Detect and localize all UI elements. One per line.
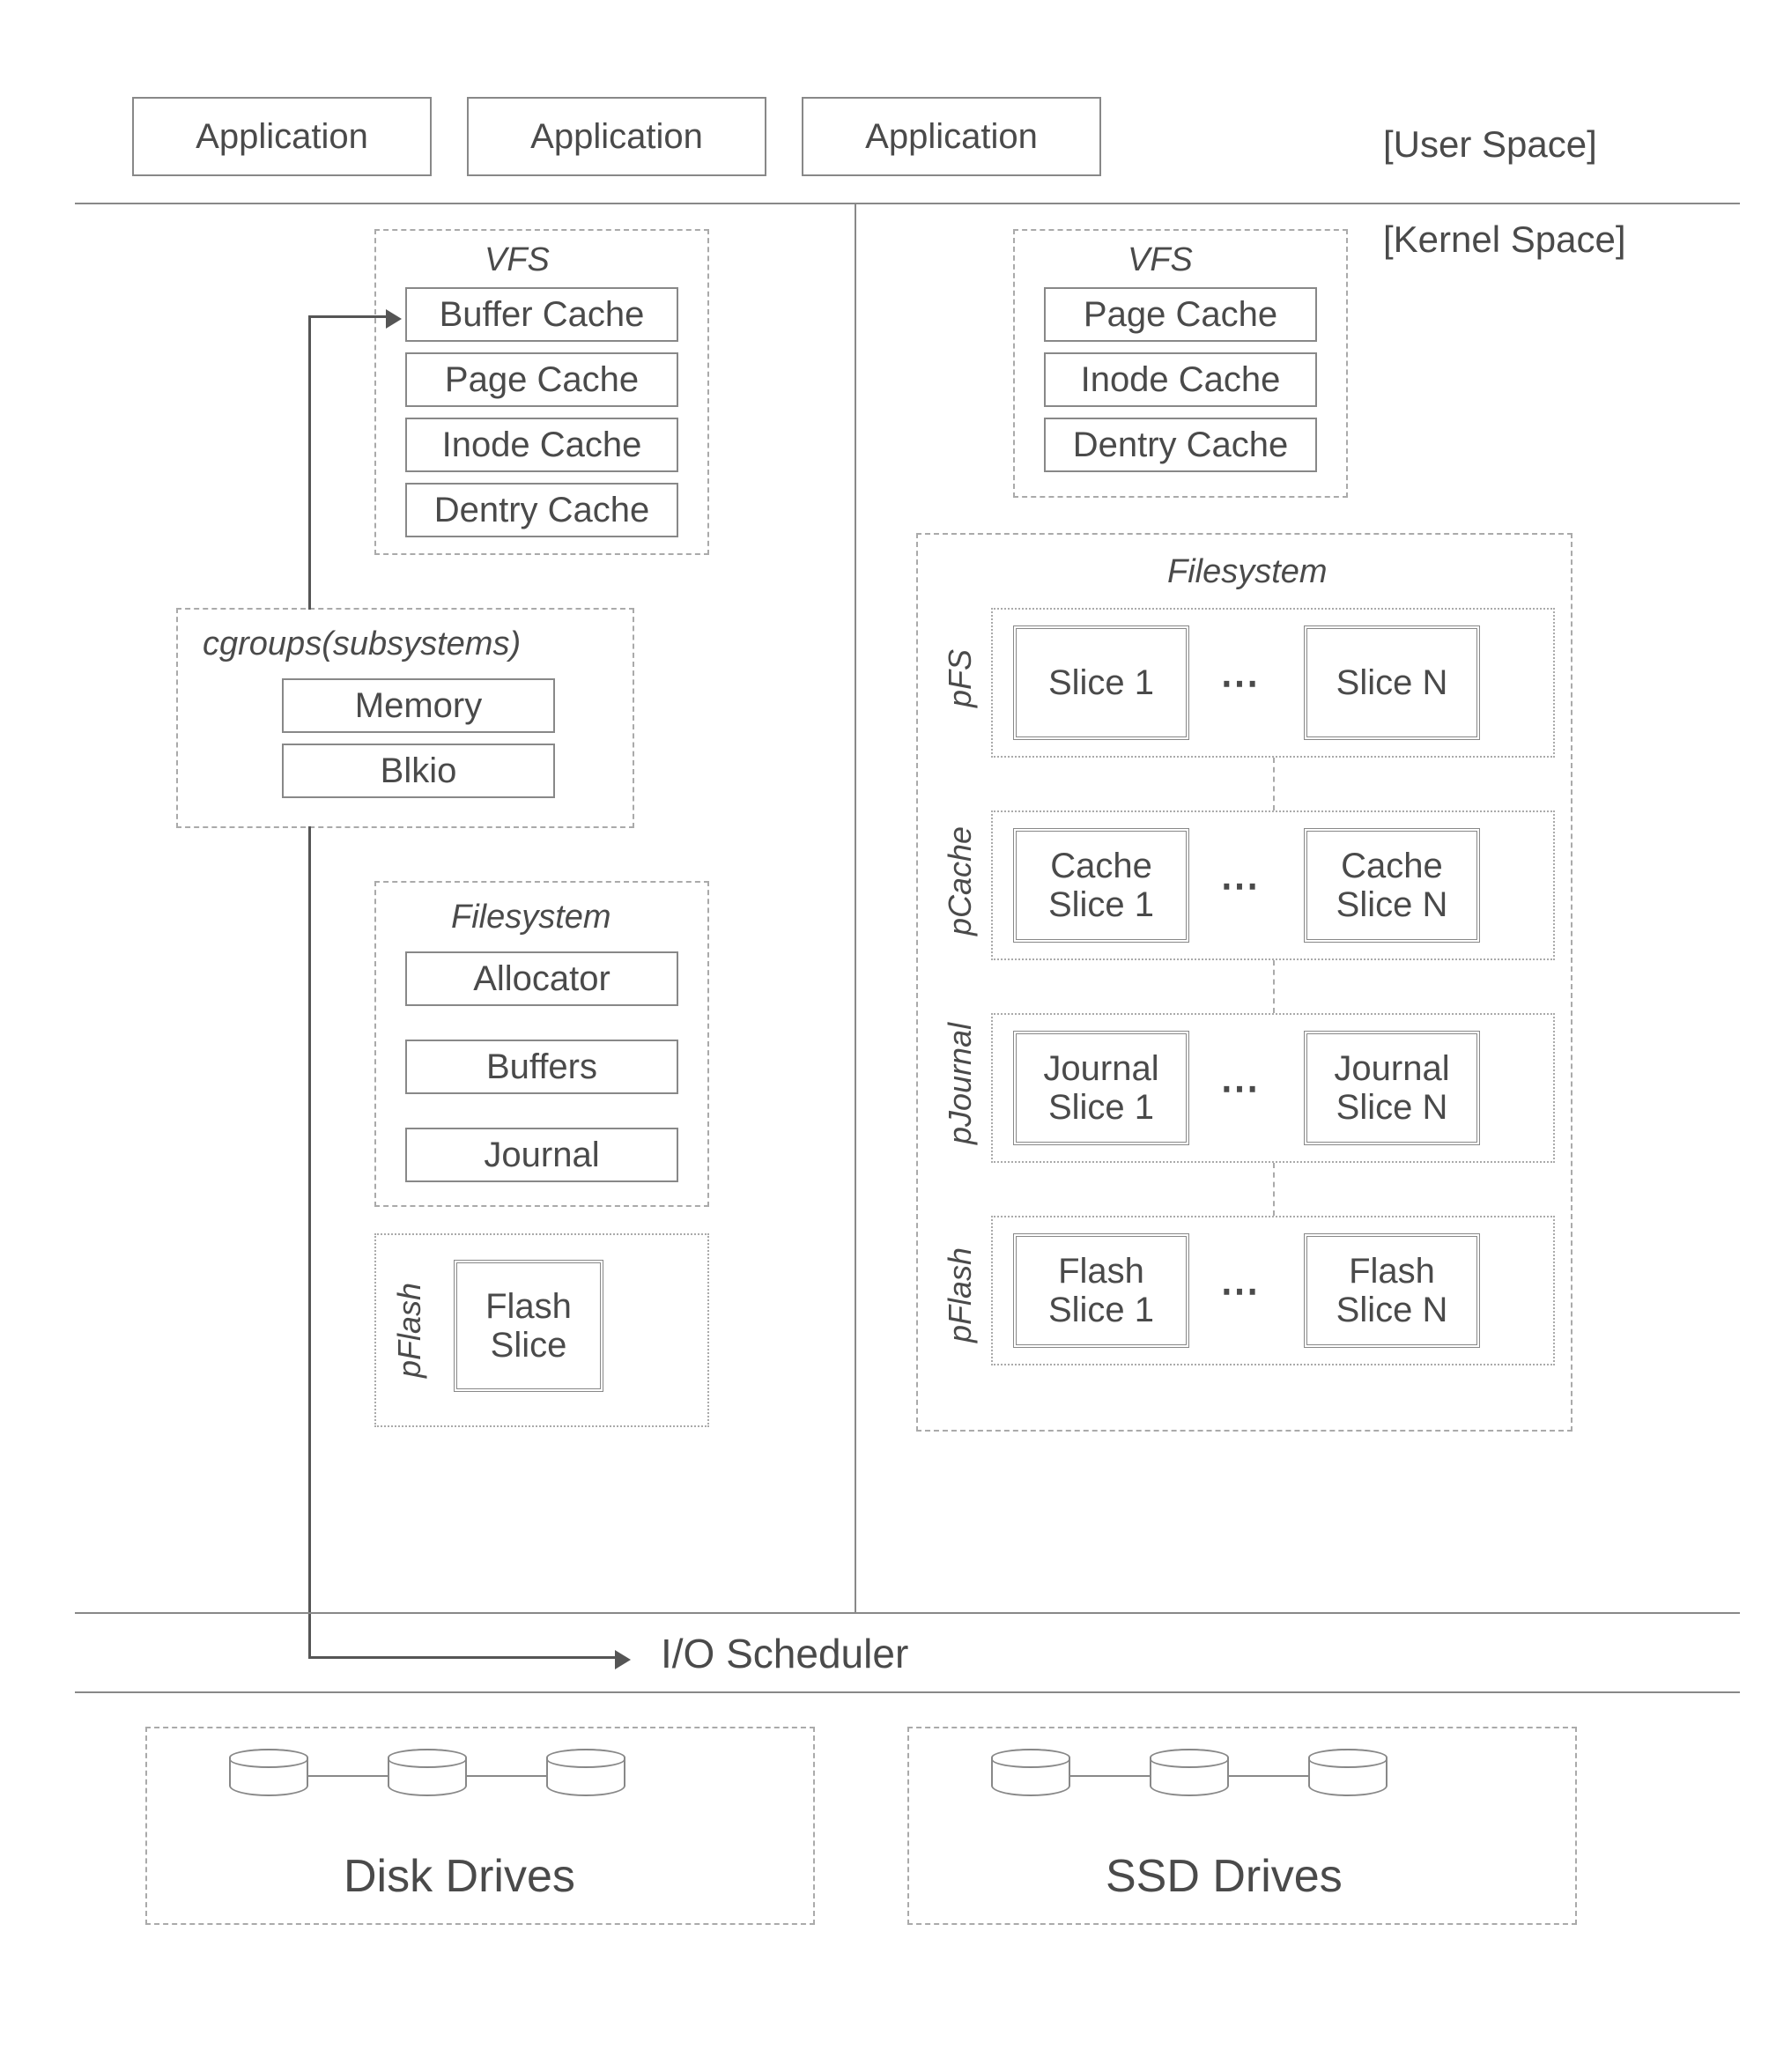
pcache-dots: ⋯ — [1220, 863, 1262, 908]
pflash-dots: ⋯ — [1220, 1269, 1262, 1314]
left-fs-buffers: Buffers — [405, 1040, 678, 1094]
pjournal-dots: ⋯ — [1220, 1066, 1262, 1111]
left-fs-allocator: Allocator — [405, 951, 678, 1006]
arrow-to-buffer-cache — [308, 315, 388, 318]
conn-3 — [1273, 1163, 1275, 1216]
pjournal-slice-n: Journal Slice N — [1304, 1031, 1480, 1145]
center-divider — [855, 203, 856, 1612]
pcache-slice-1: Cache Slice 1 — [1013, 828, 1189, 943]
ssd-icons — [991, 1749, 1484, 1802]
left-pflash-title: pFlash — [392, 1260, 427, 1401]
right-vfs-page-cache: Page Cache — [1044, 287, 1317, 342]
pjournal-title: pJournal — [943, 1004, 978, 1163]
right-vfs-inode-cache: Inode Cache — [1044, 352, 1317, 407]
arrow-to-io-scheduler — [308, 1656, 617, 1659]
pflash-slice-n: Flash Slice N — [1304, 1233, 1480, 1348]
divider-bottom-of-io — [75, 1691, 1740, 1693]
kernel-space-label: [Kernel Space] — [1383, 218, 1626, 261]
left-filesystem-title: Filesystem — [451, 899, 611, 936]
left-vfs-page-cache: Page Cache — [405, 352, 678, 407]
disk-icons — [229, 1749, 722, 1802]
diagram-canvas: Application Application Application [Use… — [26, 26, 1750, 2046]
left-vfs-title: VFS — [485, 241, 550, 279]
right-filesystem-title: Filesystem — [1167, 553, 1328, 591]
left-vfs-dentry-cache: Dentry Cache — [405, 483, 678, 537]
application-box-1: Application — [132, 97, 432, 176]
conn-1 — [1273, 758, 1275, 810]
left-vfs-inode-cache: Inode Cache — [405, 418, 678, 472]
pfs-dots: ⋯ — [1220, 661, 1262, 706]
pfs-title: pFS — [943, 617, 978, 740]
pflash-slice-1: Flash Slice 1 — [1013, 1233, 1189, 1348]
right-vfs-title: VFS — [1128, 241, 1193, 279]
divider-user-kernel — [75, 203, 1740, 204]
arrow-vertical-segment — [308, 315, 311, 610]
left-cgroups-blkio: Blkio — [282, 744, 555, 798]
left-vfs-buffer-cache: Buffer Cache — [405, 287, 678, 342]
application-box-3: Application — [802, 97, 1101, 176]
pjournal-slice-1: Journal Slice 1 — [1013, 1031, 1189, 1145]
application-box-2: Application — [467, 97, 766, 176]
user-space-label: [User Space] — [1383, 123, 1597, 166]
ssd-drives-label: SSD Drives — [1106, 1850, 1343, 1903]
left-pflash-slice: Flash Slice — [454, 1260, 603, 1392]
pfs-slice-1: Slice 1 — [1013, 625, 1189, 740]
pfs-slice-n: Slice N — [1304, 625, 1480, 740]
disk-drives-label: Disk Drives — [344, 1850, 575, 1903]
pcache-title: pCache — [943, 810, 978, 951]
pflash-title: pFlash — [943, 1225, 978, 1365]
pcache-slice-n: Cache Slice N — [1304, 828, 1480, 943]
arrow-down-segment — [308, 826, 311, 1656]
left-cgroups-memory: Memory — [282, 678, 555, 733]
io-scheduler-label: I/O Scheduler — [661, 1630, 908, 1677]
left-fs-journal: Journal — [405, 1128, 678, 1182]
right-vfs-dentry-cache: Dentry Cache — [1044, 418, 1317, 472]
divider-top-of-io — [75, 1612, 1740, 1614]
left-cgroups-title: cgroups(subsystems) — [203, 625, 521, 663]
conn-2 — [1273, 960, 1275, 1013]
